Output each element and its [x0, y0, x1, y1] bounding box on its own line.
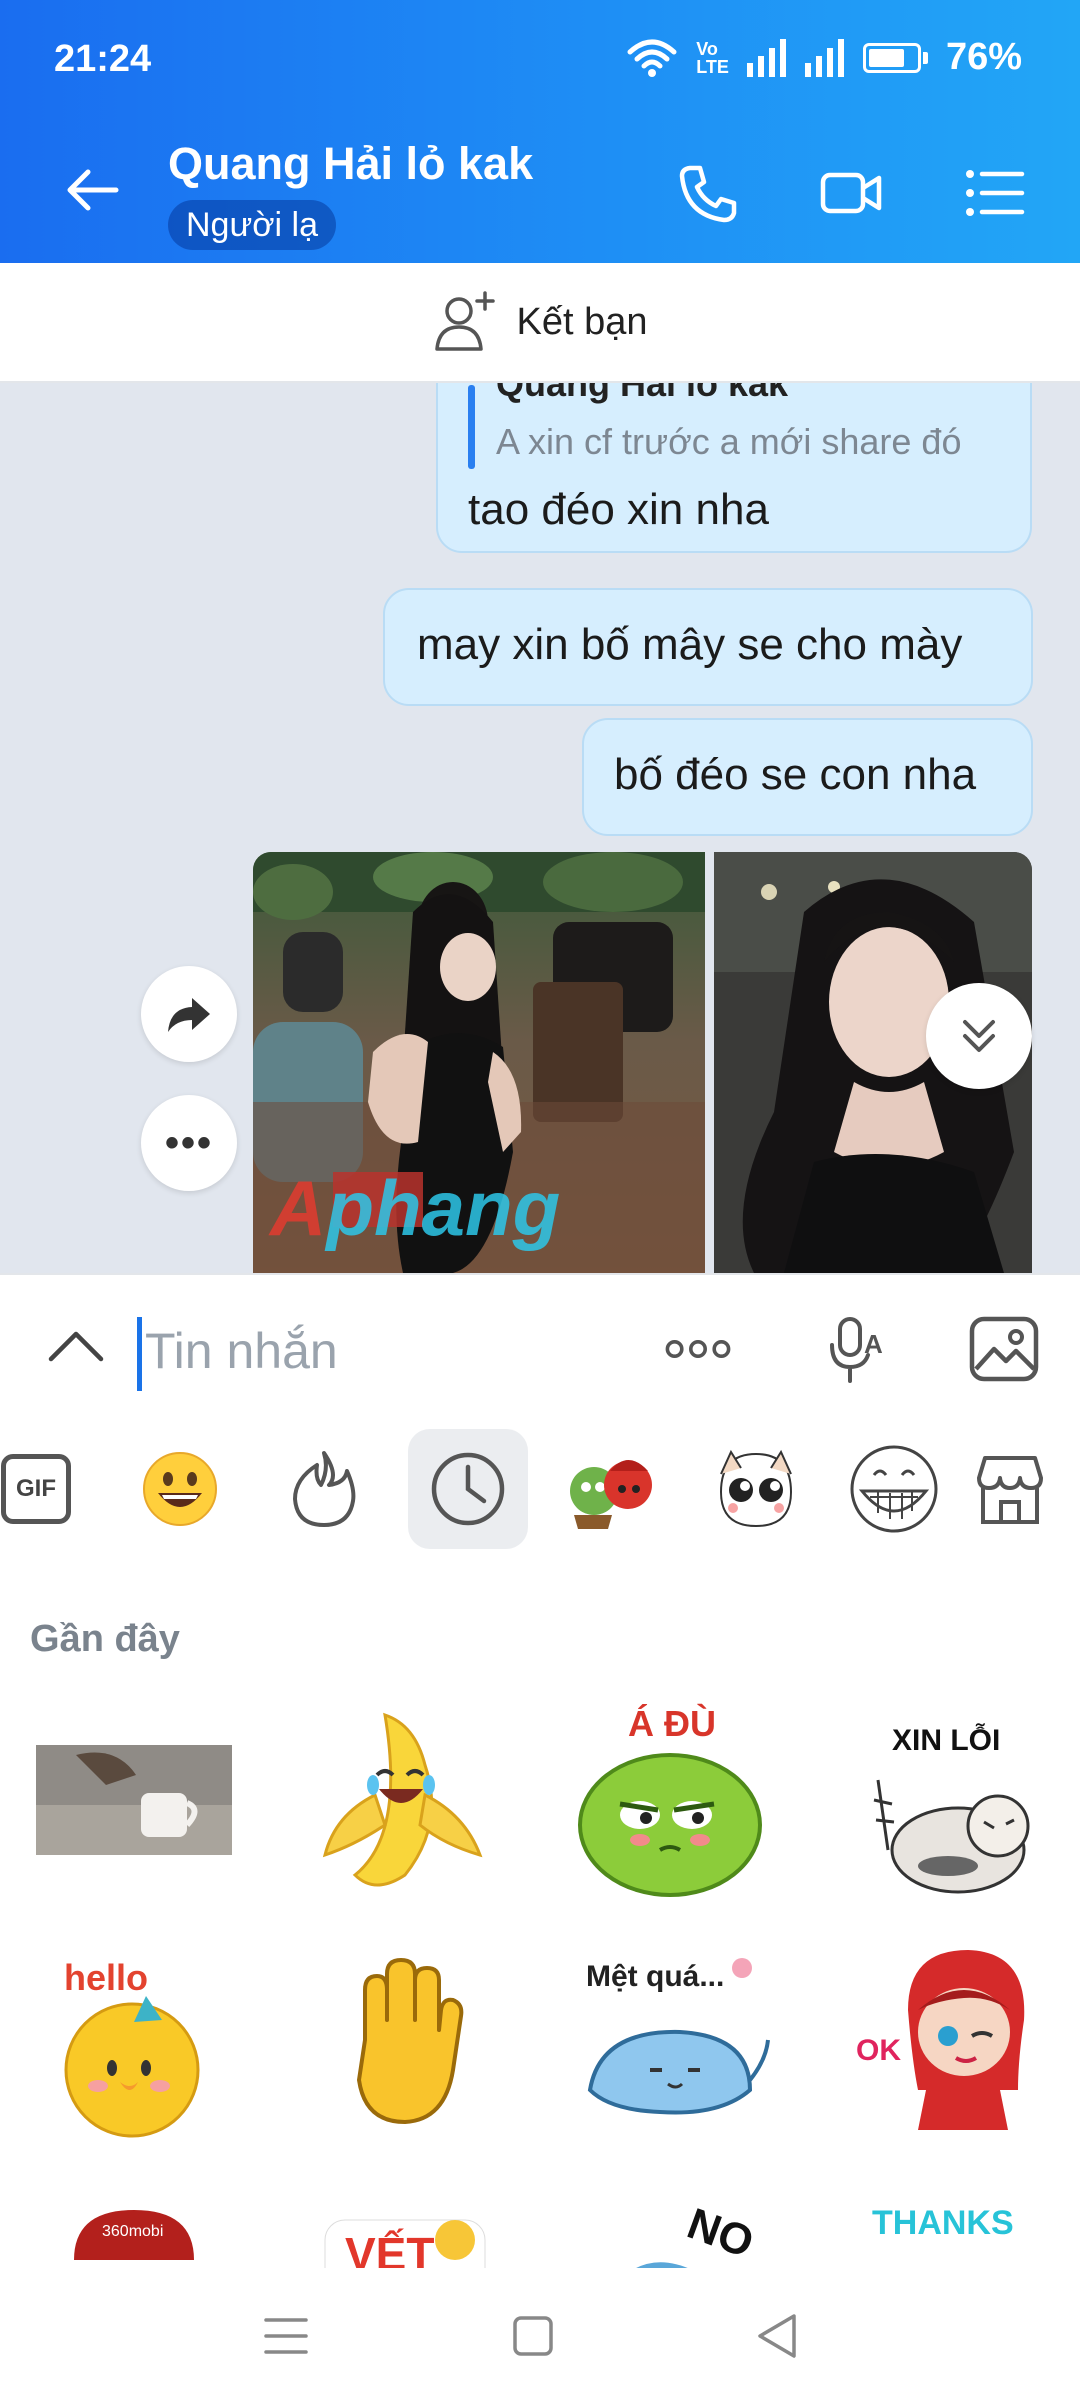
message-bubble[interactable]: bố đéo se con nha	[582, 718, 1033, 836]
battery-icon	[862, 42, 928, 73]
sticker-store-icon	[977, 1456, 1043, 1524]
trending-tab[interactable]	[264, 1429, 384, 1549]
svg-text:NO: NO	[681, 2199, 760, 2268]
recent-clock-icon	[431, 1452, 505, 1526]
system-nav-bar	[0, 2268, 1080, 2400]
emoji-tab[interactable]	[120, 1429, 240, 1549]
svg-text:OK: OK	[856, 2034, 901, 2067]
cute-face-sticker-pack[interactable]	[696, 1429, 816, 1549]
svg-text:hello: hello	[64, 1957, 148, 1998]
add-person-icon	[434, 291, 495, 351]
fire-icon	[293, 1451, 356, 1527]
add-friend-label: Kết bạn	[516, 300, 648, 343]
quoted-text: A xin cf trước a mới share đó	[496, 421, 962, 462]
message-text: tao đéo xin nha	[468, 485, 769, 534]
thanks-partial-sticker[interactable]: THANKS	[848, 2180, 1048, 2270]
message-composer: A	[0, 1273, 1080, 1417]
contact-name[interactable]: Quang Hải lỏ kak	[168, 138, 533, 190]
add-friend-bar[interactable]: Kết bạn	[0, 263, 1080, 383]
chevron-up-icon[interactable]	[46, 1317, 106, 1377]
stranger-badge: Người lạ	[168, 200, 336, 250]
menu-list-icon[interactable]	[962, 160, 1028, 226]
laughing-banana-sticker[interactable]	[305, 1700, 505, 1900]
message-list[interactable]: Quang Hải lỏ kak A xin cf trước a mới sh…	[0, 383, 1080, 1273]
svg-text:A: A	[864, 1329, 883, 1359]
svg-text:VẾT: VẾT	[345, 2228, 434, 2270]
text-cursor	[137, 1317, 142, 1391]
more-dots-icon[interactable]	[662, 1313, 734, 1385]
coffee-photo-sticker[interactable]	[34, 1700, 234, 1900]
gif-icon: GIF	[1, 1454, 71, 1524]
sticker-store-tab[interactable]	[950, 1429, 1070, 1549]
message-bubble[interactable]: may xin bố mây se cho mày	[383, 588, 1033, 706]
video-call-icon[interactable]	[818, 160, 884, 226]
hello-chick-sticker[interactable]: hello	[34, 1940, 234, 2140]
gif-tab[interactable]: GIF	[0, 1429, 96, 1549]
quoted-sender: Quang Hải lỏ kak	[496, 383, 789, 404]
svg-text:Á ĐÙ: Á ĐÙ	[628, 1702, 716, 1744]
svg-text:360mobi: 360mobi	[102, 2223, 163, 2240]
forward-button[interactable]	[141, 966, 237, 1062]
watermark-logo: Aphang	[270, 1164, 561, 1252]
battery-percent: 76%	[945, 36, 1022, 78]
message-more-button[interactable]: •••	[141, 1095, 237, 1191]
reply-message-bubble[interactable]: Quang Hải lỏ kak A xin cf trước a mới sh…	[436, 383, 1032, 553]
share-arrow-icon	[168, 998, 210, 1032]
image-icon[interactable]	[968, 1313, 1040, 1385]
emoji-icon	[143, 1452, 217, 1526]
signal-icon	[746, 38, 786, 77]
app-header: 21:24 Vo LTE 76% Quang Hải lỏ kak Người …	[0, 0, 1080, 263]
back-arrow-icon[interactable]	[62, 160, 122, 220]
status-bar: 21:24 Vo LTE 76%	[0, 0, 1080, 125]
home-square-icon[interactable]	[505, 2308, 561, 2364]
status-time: 21:24	[54, 38, 152, 80]
grin-sticker-pack[interactable]	[834, 1429, 954, 1549]
status-icons: Vo LTE 76%	[626, 36, 1022, 79]
red-hood-girl-sticker[interactable]: OK	[848, 1940, 1048, 2140]
signal-icon-2	[804, 38, 844, 77]
green-monster-sticker[interactable]: Á ĐÙ	[570, 1700, 770, 1900]
svg-text:Mệt quá...: Mệt quá...	[586, 1960, 724, 1993]
recent-apps-icon[interactable]	[258, 2308, 314, 2364]
party-partial-sticker[interactable]: VẾT	[305, 2180, 505, 2270]
double-chevron-down-icon	[963, 1020, 995, 1052]
raised-hand-sticker[interactable]	[305, 1940, 505, 2140]
voice-text-icon[interactable]: A	[820, 1313, 892, 1385]
phone-icon[interactable]	[676, 160, 742, 226]
tired-whale-sticker[interactable]: Mệt quá...	[570, 1940, 770, 2140]
recent-tab[interactable]	[408, 1429, 528, 1549]
svg-text:THANKS: THANKS	[872, 2204, 1014, 2242]
sticker-category-tabs: GIF	[0, 1417, 1080, 1567]
recent-section-title: Gần đây	[30, 1618, 180, 1660]
cake-partial-sticker[interactable]: 360mobi	[34, 2180, 234, 2270]
back-triangle-icon[interactable]	[750, 2308, 806, 2364]
quote-bar	[468, 385, 475, 469]
sorry-baby-sticker[interactable]: XIN LỖI	[848, 1700, 1048, 1900]
svg-text:XIN LỖI: XIN LỖI	[892, 1723, 1000, 1757]
message-input[interactable]	[145, 1311, 625, 1391]
no-fish-partial-sticker[interactable]: NO	[570, 2180, 770, 2270]
volte-indicator: Vo LTE	[696, 38, 729, 77]
couple-sticker-pack[interactable]	[552, 1429, 672, 1549]
scroll-to-bottom-button[interactable]	[926, 983, 1032, 1089]
wifi-icon	[627, 39, 677, 77]
